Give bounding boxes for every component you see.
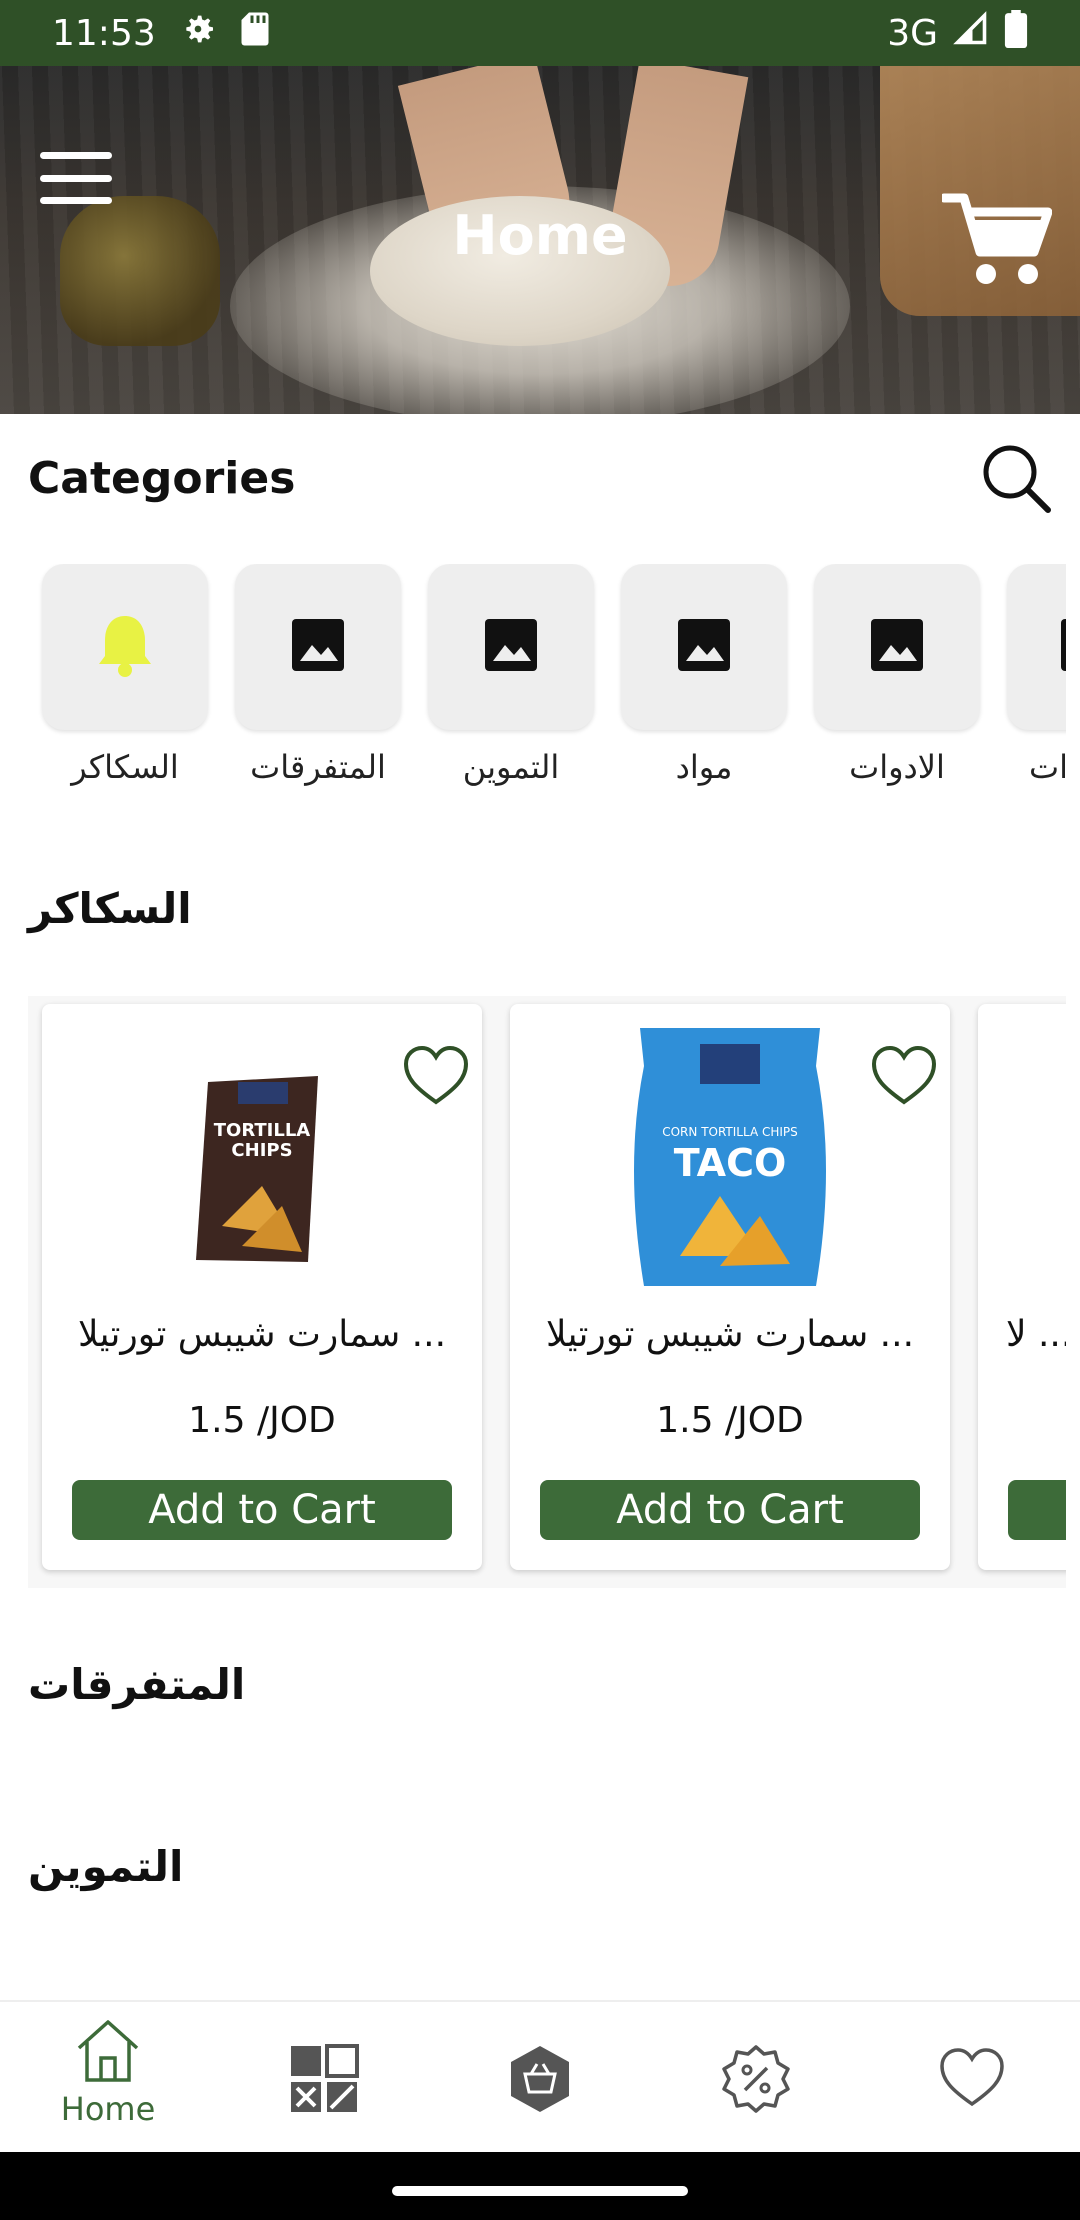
battery-icon (1004, 9, 1028, 57)
svg-text:TACO: TACO (674, 1141, 787, 1185)
bottom-navigation: Home (0, 2000, 1080, 2152)
section-title: المتفرقات (28, 1660, 246, 1709)
product-image: CORN TORTILLA CHIPS TACO (610, 1026, 850, 1288)
category-item[interactable]: مواد (621, 564, 787, 786)
settings-icon (178, 9, 218, 58)
product-card[interactable]: لا ... (978, 1004, 1066, 1570)
category-label: التموين (462, 748, 560, 786)
categories-title: Categories (28, 452, 296, 504)
svg-text:CHIPS: CHIPS (231, 1140, 292, 1161)
nav-categories[interactable] (244, 2016, 404, 2146)
category-tile (428, 564, 594, 730)
category-item[interactable]: السكاكر (42, 564, 208, 786)
basket-icon (505, 2044, 575, 2118)
category-item[interactable]: الادوات (814, 564, 980, 786)
categories-header: Categories (28, 445, 1052, 513)
search-icon[interactable] (980, 442, 1052, 514)
category-tile (235, 564, 401, 730)
category-tile (1007, 564, 1066, 730)
category-tile (621, 564, 787, 730)
product-image: TORTILLA CHIPS (142, 1026, 382, 1288)
product-name: سمارت شيبس تورتيلا ... (545, 1314, 915, 1355)
category-label: السكاكر (71, 748, 179, 786)
image-icon (485, 619, 537, 675)
signal-icon (952, 10, 990, 56)
category-item[interactable]: المتفرقات (235, 564, 401, 786)
product-card[interactable]: CORN TORTILLA CHIPS TACO سمارت شيبس تورت… (510, 1004, 950, 1570)
nav-favorites[interactable] (892, 2016, 1052, 2146)
bell-icon (95, 612, 155, 682)
home-icon (73, 2016, 143, 2088)
status-time: 11:53 (52, 12, 156, 54)
image-icon (292, 619, 344, 675)
network-type: 3G (887, 12, 938, 54)
add-to-cart-button[interactable]: Add to Cart (540, 1480, 920, 1540)
image-icon (678, 619, 730, 675)
nav-home[interactable]: Home (28, 2016, 188, 2146)
nav-basket[interactable] (460, 2016, 620, 2146)
category-item[interactable]: التموين (428, 564, 594, 786)
product-name: سمارت شيبس تورتيلا ... (77, 1314, 447, 1355)
category-item[interactable]: ات (1007, 564, 1066, 786)
product-name: لا ... (1006, 1314, 1066, 1355)
menu-icon[interactable] (40, 152, 112, 204)
home-gesture-bar[interactable] (392, 2186, 688, 2196)
category-label: المتفرقات (250, 748, 386, 786)
grid-icon (289, 2044, 359, 2118)
category-label: ات (1029, 748, 1066, 786)
page-title: Home (452, 204, 628, 267)
product-price: 1.5 /JOD (188, 1400, 336, 1441)
cart-icon[interactable] (939, 190, 1053, 290)
category-label: الادوات (849, 748, 945, 786)
sd-card-icon (240, 11, 270, 56)
section-title: السكاكر (28, 884, 192, 933)
section-title: التموين (28, 1842, 184, 1891)
svg-text:TORTILLA: TORTILLA (214, 1120, 311, 1141)
nav-offers[interactable] (676, 2016, 836, 2146)
nav-label: Home (60, 2090, 156, 2128)
category-tile (814, 564, 980, 730)
category-list: السكاكر المتفرقات التموين مواد الادوات ا… (0, 564, 1066, 804)
product-card[interactable]: TORTILLA CHIPS سمارت شيبس تورتيلا ... 1.… (42, 1004, 482, 1570)
add-to-cart-button[interactable]: Add to Cart (72, 1480, 452, 1540)
image-icon (1061, 619, 1066, 675)
heart-icon[interactable] (402, 1044, 470, 1108)
discount-icon (721, 2044, 791, 2118)
category-label: مواد (675, 748, 733, 786)
svg-text:CORN TORTILLA CHIPS: CORN TORTILLA CHIPS (662, 1125, 798, 1139)
heart-icon[interactable] (870, 1044, 938, 1108)
product-price: 1.5 /JOD (656, 1400, 804, 1441)
heart-icon (938, 2046, 1006, 2114)
add-to-cart-button[interactable] (1008, 1480, 1066, 1540)
image-icon (871, 619, 923, 675)
status-bar: 11:53 3G (0, 0, 1080, 66)
product-list: TORTILLA CHIPS سمارت شيبس تورتيلا ... 1.… (28, 996, 1066, 1588)
category-tile (42, 564, 208, 730)
